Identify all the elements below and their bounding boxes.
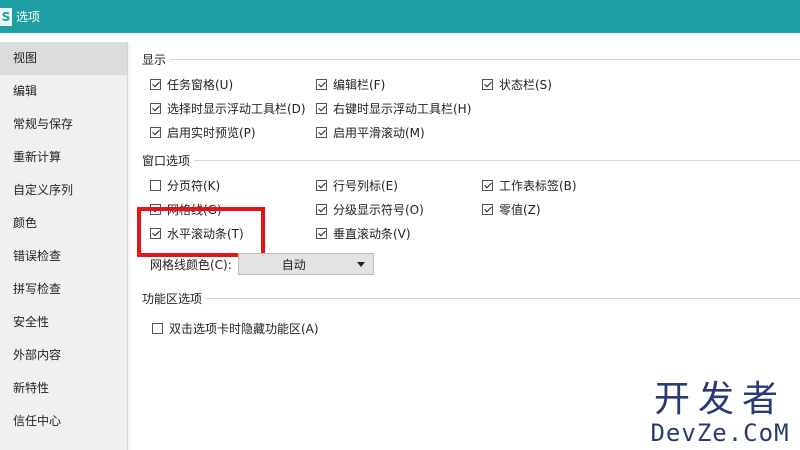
checkbox[interactable] [150,79,161,90]
options-sidebar: 视图 编辑 常规与保存 重新计算 自定义序列 颜色 错误检查 拼写检查 安全性 … [0,42,128,450]
vertical-scroll-label: 垂直滚动条(V) [333,227,411,241]
dblclick-hide-ribbon-label: 双击选项卡时隐藏功能区(A) [169,322,319,336]
window-options-group-label: 窗口选项 [142,154,191,168]
sidebar-item-error-check[interactable]: 错误检查 [0,240,127,273]
vertical-scroll-option[interactable]: 垂直滚动条(V) [316,225,411,242]
sidebar-item-view[interactable]: 视图 [0,42,127,75]
page-break-label: 分页符(K) [167,179,221,193]
float-toolbar-rightclick-option[interactable]: 右键时显示浮动工具栏(H) [316,100,471,117]
gridline-color-select[interactable]: 自动 [237,253,374,275]
sidebar-scrollbar[interactable] [128,42,131,450]
status-bar-label: 状态栏(S) [499,78,552,92]
sidebar-item-edit[interactable]: 编辑 [0,75,127,108]
float-toolbar-rightclick-label: 右键时显示浮动工具栏(H) [333,102,472,116]
checkbox[interactable] [482,180,493,191]
gridline-color-row: 网格线颜色(C): 自动 [150,253,374,275]
sidebar-item-colors[interactable]: 颜色 [0,207,127,240]
checkbox[interactable] [482,79,493,90]
checkbox[interactable] [150,228,161,239]
row-col-headers-option[interactable]: 行号列标(E) [316,177,398,194]
window-title: 选项 [16,10,41,24]
horizontal-scroll-label: 水平滚动条(T) [167,227,244,241]
sidebar-item-general-save[interactable]: 常规与保存 [0,108,127,141]
status-bar-option[interactable]: 状态栏(S) [482,76,552,93]
sidebar-item-external-content[interactable]: 外部内容 [0,339,127,372]
horizontal-scroll-option[interactable]: 水平滚动条(T) [150,225,244,242]
sidebar-item-custom-lists[interactable]: 自定义序列 [0,174,127,207]
sidebar-item-trust-center[interactable]: 信任中心 [0,405,127,438]
gridline-color-label: 网格线颜色(C): [150,257,232,272]
checkbox[interactable] [150,180,161,191]
watermark-line2: DevZe.CoM [650,419,790,447]
display-group-label: 显示 [142,53,167,67]
smooth-scroll-option[interactable]: 启用平滑滚动(M) [316,124,425,141]
checkbox[interactable] [150,103,161,114]
checkbox[interactable] [150,127,161,138]
task-pane-label: 任务窗格(U) [167,78,234,92]
checkbox[interactable] [316,127,327,138]
zero-values-label: 零值(Z) [499,203,541,217]
chevron-down-icon[interactable] [356,262,365,267]
row-col-headers-label: 行号列标(E) [333,179,398,193]
task-pane-option[interactable]: 任务窗格(U) [150,76,233,93]
outline-symbols-option[interactable]: 分级显示符号(O) [316,201,424,218]
sheet-tabs-label: 工作表标签(B) [499,179,577,193]
group-divider [206,298,800,299]
formula-bar-label: 编辑栏(F) [333,78,386,92]
checkbox[interactable] [152,323,163,334]
smooth-scroll-label: 启用平滑滚动(M) [333,126,425,140]
dblclick-hide-ribbon-option[interactable]: 双击选项卡时隐藏功能区(A) [152,320,319,337]
watermark-logo: 开发者 DevZe.CoM [645,379,795,447]
checkbox[interactable] [316,79,327,90]
live-preview-label: 启用实时预览(P) [167,126,256,140]
outline-symbols-label: 分级显示符号(O) [333,203,424,217]
sheet-tabs-option[interactable]: 工作表标签(B) [482,177,577,194]
title-bar: S 选项 [0,0,800,33]
sidebar-item-new-features[interactable]: 新特性 [0,372,127,405]
checkbox[interactable] [316,180,327,191]
group-divider [194,160,800,161]
group-divider [170,59,800,60]
sidebar-item-recalc[interactable]: 重新计算 [0,141,127,174]
checkbox[interactable] [316,228,327,239]
checkbox[interactable] [482,204,493,215]
watermark-line1: 开发者 [653,379,786,420]
page-break-option[interactable]: 分页符(K) [150,177,220,194]
live-preview-option[interactable]: 启用实时预览(P) [150,124,256,141]
zero-values-option[interactable]: 零值(Z) [482,201,541,218]
checkbox[interactable] [316,103,327,114]
sidebar-item-spell-check[interactable]: 拼写检查 [0,273,127,306]
gridline-color-value: 自动 [281,257,306,272]
sidebar-item-security[interactable]: 安全性 [0,306,127,339]
float-toolbar-select-option[interactable]: 选择时显示浮动工具栏(D) [150,100,306,117]
formula-bar-option[interactable]: 编辑栏(F) [316,76,385,93]
float-toolbar-select-label: 选择时显示浮动工具栏(D) [167,102,306,116]
app-logo-icon: S [0,7,12,26]
checkbox[interactable] [316,204,327,215]
ribbon-options-group-label: 功能区选项 [142,292,203,306]
